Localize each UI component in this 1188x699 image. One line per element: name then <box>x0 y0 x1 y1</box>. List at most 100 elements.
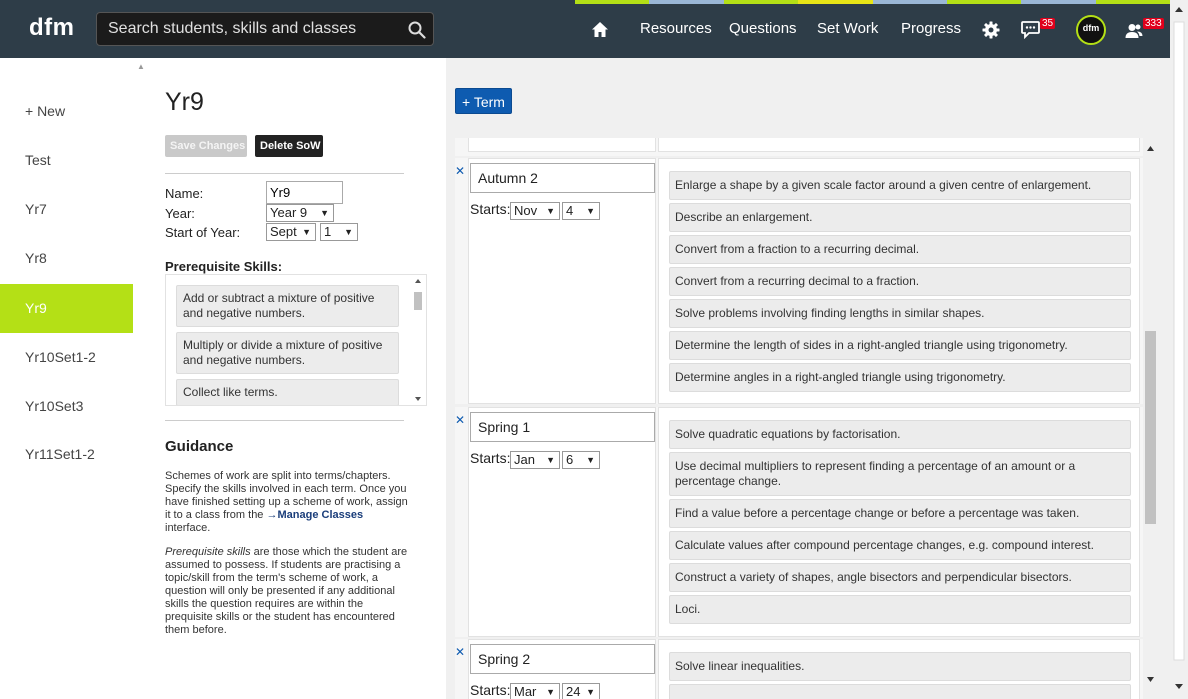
start-day-select[interactable]: 1 ▼ <box>320 223 358 241</box>
starts-label: Starts: <box>470 450 511 466</box>
nav-resources[interactable]: Resources <box>640 20 712 37</box>
nav-set-work[interactable]: Set Work <box>817 20 878 37</box>
remove-term-icon[interactable]: ✕ <box>455 645 465 659</box>
nav-questions[interactable]: Questions <box>729 20 797 37</box>
gear-icon[interactable] <box>982 21 1000 39</box>
sidebar-item-test[interactable]: Test <box>0 136 133 185</box>
start-month-select[interactable]: Sept ▼ <box>266 223 316 241</box>
terms-scrollbar[interactable] <box>1143 138 1158 690</box>
term-name-input[interactable] <box>470 412 655 442</box>
term-day-value: 24 <box>566 684 581 699</box>
chevron-down-icon: ▼ <box>546 455 555 465</box>
color-strip-segment <box>723 0 799 4</box>
term-name-input[interactable] <box>470 644 655 674</box>
skill-item[interactable]: Determine angles in a right-angled trian… <box>669 363 1131 392</box>
guidance-title: Guidance <box>165 438 234 455</box>
chevron-down-icon: ▼ <box>586 687 595 697</box>
save-changes-button[interactable]: Save Changes <box>165 135 247 157</box>
color-strip-segment <box>872 0 947 4</box>
term-month-value: Jan <box>514 452 535 467</box>
chevron-down-icon: ▼ <box>546 206 555 216</box>
term-month-select[interactable]: Jan ▼ <box>510 451 560 469</box>
color-strip <box>575 0 1170 4</box>
term-month-value: Nov <box>514 203 538 218</box>
delete-sow-button[interactable]: Delete SoW <box>255 135 323 157</box>
sow-sidebar: + New Test Yr7 Yr8 Yr9 Yr10Set1-2 Yr10Se… <box>0 58 133 699</box>
prereq-skill-item[interactable]: Add or subtract a mixture of positive an… <box>176 285 399 327</box>
chevron-down-icon: ▼ <box>586 455 595 465</box>
messages-icon[interactable] <box>1021 21 1040 39</box>
remove-term-icon[interactable]: ✕ <box>455 164 465 178</box>
top-navbar: dfm Resources Questions Set Work Progres… <box>0 0 1170 58</box>
prerequisite-skills-list[interactable]: Add or subtract a mixture of positive an… <box>165 274 427 406</box>
skill-item[interactable]: Find a value before a percentage change … <box>669 499 1131 528</box>
skill-item[interactable]: Solve quadratic equations by factorisati… <box>669 420 1131 449</box>
term-settings: Starts: Jan ▼ 6 ▼ <box>468 407 656 637</box>
prereq-skill-item[interactable]: Multiply or divide a mixture of positive… <box>176 332 399 374</box>
start-day-value: 1 <box>324 224 332 239</box>
dfm-logo[interactable]: dfm <box>29 14 75 42</box>
term-day-value: 6 <box>566 452 574 467</box>
year-select[interactable]: Year 9 ▼ <box>266 204 334 222</box>
term-block-partial <box>455 138 1143 156</box>
sidebar-item-yr9[interactable]: Yr9 <box>0 284 133 333</box>
add-term-button[interactable]: + Term <box>455 88 512 114</box>
term-block-autumn-2: ✕ Starts: Nov ▼ 4 ▼ Enlarge a shape by a… <box>455 158 1143 404</box>
year-label: Year: <box>165 206 195 221</box>
guidance-text: are those which the student are assumed … <box>165 546 408 636</box>
skill-item[interactable]: Loci. <box>669 595 1131 624</box>
nav-progress[interactable]: Progress <box>901 20 961 37</box>
skill-item[interactable]: Solve problems involving finding lengths… <box>669 299 1131 328</box>
sidebar-item-yr8[interactable]: Yr8 <box>0 234 133 283</box>
term-skills: Enlarge a shape by a given scale factor … <box>658 158 1140 404</box>
term-block-spring-1: ✕ Starts: Jan ▼ 6 ▼ Solve quadratic equa… <box>455 407 1143 637</box>
skill-item[interactable]: Calculate values after compound percenta… <box>669 531 1131 560</box>
users-icon[interactable] <box>1125 23 1143 39</box>
skill-item[interactable]: Convert from a fraction to a recurring d… <box>669 235 1131 264</box>
scroll-up-arrow-icon[interactable]: ▲ <box>137 62 145 71</box>
prereq-scrollbar[interactable] <box>410 275 426 405</box>
year-select-value: Year 9 <box>270 205 308 220</box>
term-name-input[interactable] <box>470 163 655 193</box>
search-box[interactable] <box>96 12 434 46</box>
starts-label: Starts: <box>470 682 511 698</box>
home-icon[interactable] <box>591 21 609 38</box>
notifications-badge: 333 <box>1143 18 1164 29</box>
skill-item[interactable]: Construct a variety of shapes, angle bis… <box>669 563 1131 592</box>
skill-item[interactable]: Enlarge a shape by a given scale factor … <box>669 171 1131 200</box>
chevron-down-icon: ▼ <box>320 208 329 218</box>
chevron-down-icon: ▼ <box>302 227 311 237</box>
term-month-select[interactable]: Nov ▼ <box>510 202 560 220</box>
skill-item[interactable]: Use decimal multipliers to represent fin… <box>669 452 1131 496</box>
sidebar-item-new[interactable]: + New <box>0 87 133 136</box>
term-day-select[interactable]: 4 ▼ <box>562 202 600 220</box>
guidance-paragraph-2: Prerequisite skills are those which the … <box>165 546 408 637</box>
skill-item[interactable]: Convert from a recurring decimal to a fr… <box>669 267 1131 296</box>
divider <box>165 173 404 174</box>
avatar[interactable]: dfm <box>1076 15 1106 45</box>
terms-list: ✕ Starts: Nov ▼ 4 ▼ Enlarge a shape by a… <box>455 138 1158 699</box>
sidebar-item-yr10set3[interactable]: Yr10Set3 <box>0 382 133 431</box>
sidebar-item-yr7[interactable]: Yr7 <box>0 185 133 234</box>
skill-item[interactable]: Determine the length of sides in a right… <box>669 331 1131 360</box>
search-icon[interactable] <box>408 21 426 39</box>
term-day-select[interactable]: 24 ▼ <box>562 683 600 699</box>
term-settings: Starts: Mar ▼ 24 ▼ <box>468 639 656 699</box>
search-input[interactable] <box>106 19 402 39</box>
skill-item[interactable]: Solve linear inequalities. <box>669 652 1131 681</box>
color-strip-segment <box>575 0 650 4</box>
name-field[interactable] <box>266 181 343 204</box>
skill-item[interactable] <box>669 684 1131 699</box>
prereq-skill-item[interactable]: Collect like terms. <box>176 379 399 405</box>
page-title: Yr9 <box>165 88 204 116</box>
sidebar-item-yr10set1-2[interactable]: Yr10Set1-2 <box>0 333 133 382</box>
term-day-select[interactable]: 6 ▼ <box>562 451 600 469</box>
term-month-select[interactable]: Mar ▼ <box>510 683 560 699</box>
window-scrollbar[interactable] <box>1170 0 1188 699</box>
skill-item[interactable]: Describe an enlargement. <box>669 203 1131 232</box>
remove-term-icon[interactable]: ✕ <box>455 413 465 427</box>
manage-classes-link[interactable]: →Manage Classes <box>266 509 363 521</box>
chevron-down-icon: ▼ <box>586 206 595 216</box>
term-day-value: 4 <box>566 203 574 218</box>
sidebar-item-yr11set1-2[interactable]: Yr11Set1-2 <box>0 430 133 479</box>
